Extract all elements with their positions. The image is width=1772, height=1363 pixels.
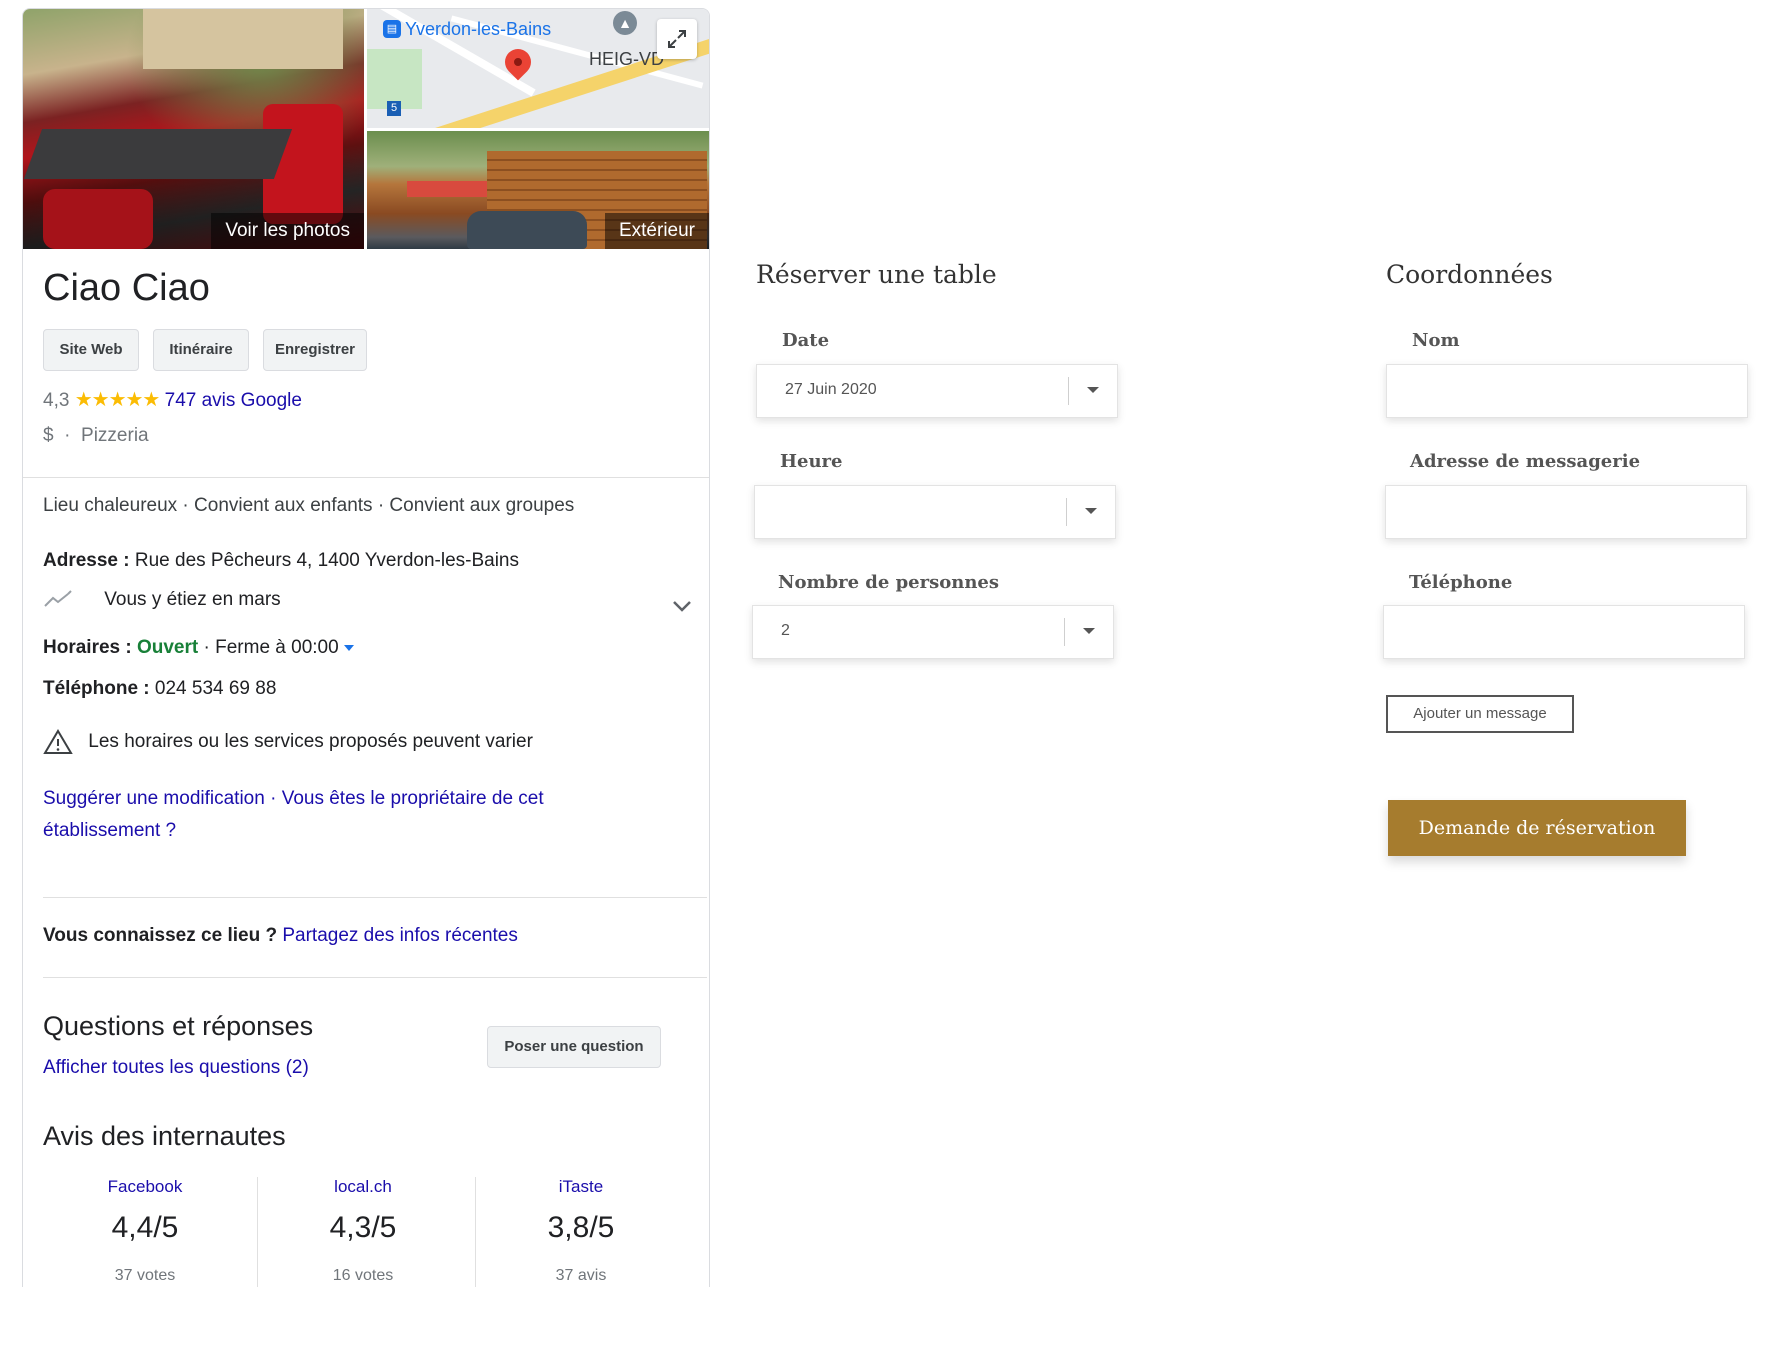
phone-label: Téléphone : bbox=[43, 678, 150, 699]
chevron-down-icon[interactable] bbox=[671, 599, 693, 613]
caret-down-icon bbox=[1085, 508, 1097, 514]
date-select[interactable]: 27 Juin 2020 bbox=[756, 364, 1118, 418]
rating-value: 4,3 bbox=[43, 390, 70, 411]
email-input[interactable] bbox=[1385, 485, 1747, 539]
review-source-localch[interactable]: local.ch 4,3/5 16 votes bbox=[261, 1177, 465, 1285]
hours-label: Horaires : bbox=[43, 637, 132, 658]
warning-row: Les horaires ou les services proposés pe… bbox=[43, 729, 533, 755]
qa-title: Questions et réponses bbox=[43, 1011, 314, 1041]
phone-label: Téléphone bbox=[1409, 572, 1513, 593]
divider bbox=[475, 1177, 476, 1287]
directions-button[interactable]: Itinéraire bbox=[153, 329, 249, 371]
train-station-icon: ▤ bbox=[383, 20, 401, 38]
name-label: Nom bbox=[1412, 330, 1460, 351]
review-source-name[interactable]: iTaste bbox=[479, 1177, 683, 1197]
time-select[interactable] bbox=[754, 485, 1116, 539]
email-label: Adresse de messagerie bbox=[1410, 451, 1641, 472]
reviews-link[interactable]: 747 avis Google bbox=[165, 390, 302, 411]
share-info-link[interactable]: Partagez des infos récentes bbox=[282, 925, 518, 946]
suggest-edit-link[interactable]: Suggérer une modification bbox=[43, 788, 265, 809]
rating-row: 4,3 ★★★★★ 747 avis Google bbox=[43, 387, 302, 412]
star-rating-icon: ★★★★★ bbox=[74, 389, 161, 411]
place-title: Ciao Ciao bbox=[43, 267, 210, 309]
reviews-title: Avis des internautes bbox=[43, 1121, 286, 1151]
view-photos-caption[interactable]: Voir les photos bbox=[211, 213, 364, 249]
know-place-row: Vous connaissez ce lieu ? Partagez des i… bbox=[43, 925, 518, 947]
visit-text: Vous y étiez en mars bbox=[104, 589, 281, 610]
booking-title: Réserver une table bbox=[756, 260, 997, 289]
photo-terrace[interactable]: Voir les photos bbox=[23, 9, 364, 249]
knowledge-panel: Voir les photos ▤ Yverdon-les-Bains ▲ HE… bbox=[22, 8, 710, 1287]
review-source-itaste[interactable]: iTaste 3,8/5 37 avis bbox=[479, 1177, 683, 1285]
map-station-label: Yverdon-les-Bains bbox=[405, 19, 552, 39]
reservation-request-button[interactable]: Demande de réservation bbox=[1388, 800, 1686, 856]
address-label: Adresse : bbox=[43, 550, 130, 571]
expand-icon bbox=[668, 30, 686, 48]
know-place-label: Vous connaissez ce lieu ? bbox=[43, 925, 278, 946]
date-label: Date bbox=[782, 330, 830, 351]
ask-question-button[interactable]: Poser une question bbox=[487, 1026, 661, 1068]
review-count: 37 votes bbox=[114, 1267, 176, 1284]
photo-exterior[interactable]: Extérieur bbox=[367, 131, 709, 249]
expand-map-button[interactable] bbox=[657, 19, 697, 59]
review-count: 16 votes bbox=[332, 1267, 394, 1284]
price-level: $ bbox=[43, 425, 54, 446]
map-poi-label: HEIG-VD bbox=[589, 49, 665, 69]
phone-row: Téléphone : 024 534 69 88 bbox=[43, 678, 276, 700]
divider bbox=[43, 897, 707, 898]
divider bbox=[23, 477, 709, 478]
suggest-row: Suggérer une modification · Vous êtes le… bbox=[43, 788, 544, 841]
category-row: $ · Pizzeria bbox=[43, 425, 149, 446]
open-status: Ouvert bbox=[136, 637, 199, 658]
hours-row: Horaires : Ouvert · Ferme à 00:00 bbox=[43, 637, 354, 659]
hours-dropdown-icon[interactable] bbox=[343, 644, 354, 651]
divider bbox=[43, 977, 707, 978]
phone-value[interactable]: 024 534 69 88 bbox=[155, 678, 277, 699]
review-score: 4,4/5 bbox=[111, 1211, 179, 1244]
review-source-name[interactable]: local.ch bbox=[261, 1177, 465, 1197]
people-label: Nombre de personnes bbox=[778, 572, 1000, 593]
review-source-name[interactable]: Facebook bbox=[43, 1177, 247, 1197]
people-select[interactable]: 2 bbox=[752, 605, 1114, 659]
contact-title: Coordonnées bbox=[1386, 260, 1553, 289]
divider bbox=[257, 1177, 258, 1287]
people-value: 2 bbox=[781, 622, 790, 639]
warning-icon bbox=[43, 729, 73, 754]
category-label: Pizzeria bbox=[81, 425, 149, 446]
all-questions-link[interactable]: Afficher toutes les questions (2) bbox=[43, 1057, 309, 1079]
caret-down-icon bbox=[1083, 628, 1095, 634]
visit-history-row[interactable]: Vous y étiez en mars bbox=[43, 589, 693, 613]
phone-input[interactable] bbox=[1383, 605, 1745, 659]
trend-icon bbox=[44, 590, 72, 607]
save-button[interactable]: Enregistrer bbox=[263, 329, 367, 371]
address-value[interactable]: Rue des Pêcheurs 4, 1400 Yverdon-les-Bai… bbox=[135, 550, 519, 571]
website-button[interactable]: Site Web bbox=[43, 329, 139, 371]
add-message-button[interactable]: Ajouter un message bbox=[1386, 695, 1574, 733]
university-icon: ▲ bbox=[613, 11, 637, 35]
time-label: Heure bbox=[780, 451, 843, 472]
map-thumbnail[interactable]: ▤ Yverdon-les-Bains ▲ HEIG-VD 5 bbox=[367, 9, 709, 128]
warning-text: Les horaires ou les services proposés pe… bbox=[88, 731, 533, 753]
hours-detail[interactable]: · Ferme à 00:00 bbox=[204, 637, 339, 658]
review-score: 3,8/5 bbox=[547, 1211, 615, 1244]
name-input[interactable] bbox=[1386, 364, 1748, 418]
review-score: 4,3/5 bbox=[329, 1211, 397, 1244]
review-count: 37 avis bbox=[555, 1267, 607, 1284]
exterior-caption[interactable]: Extérieur bbox=[604, 213, 709, 249]
attributes-list: Lieu chaleureux · Convient aux enfants ·… bbox=[43, 495, 575, 516]
caret-down-icon bbox=[1087, 387, 1099, 393]
review-source-facebook[interactable]: Facebook 4,4/5 37 votes bbox=[43, 1177, 247, 1285]
date-value: 27 Juin 2020 bbox=[785, 381, 877, 398]
route-badge: 5 bbox=[387, 101, 401, 116]
address-row: Adresse : Rue des Pêcheurs 4, 1400 Yverd… bbox=[43, 550, 519, 572]
